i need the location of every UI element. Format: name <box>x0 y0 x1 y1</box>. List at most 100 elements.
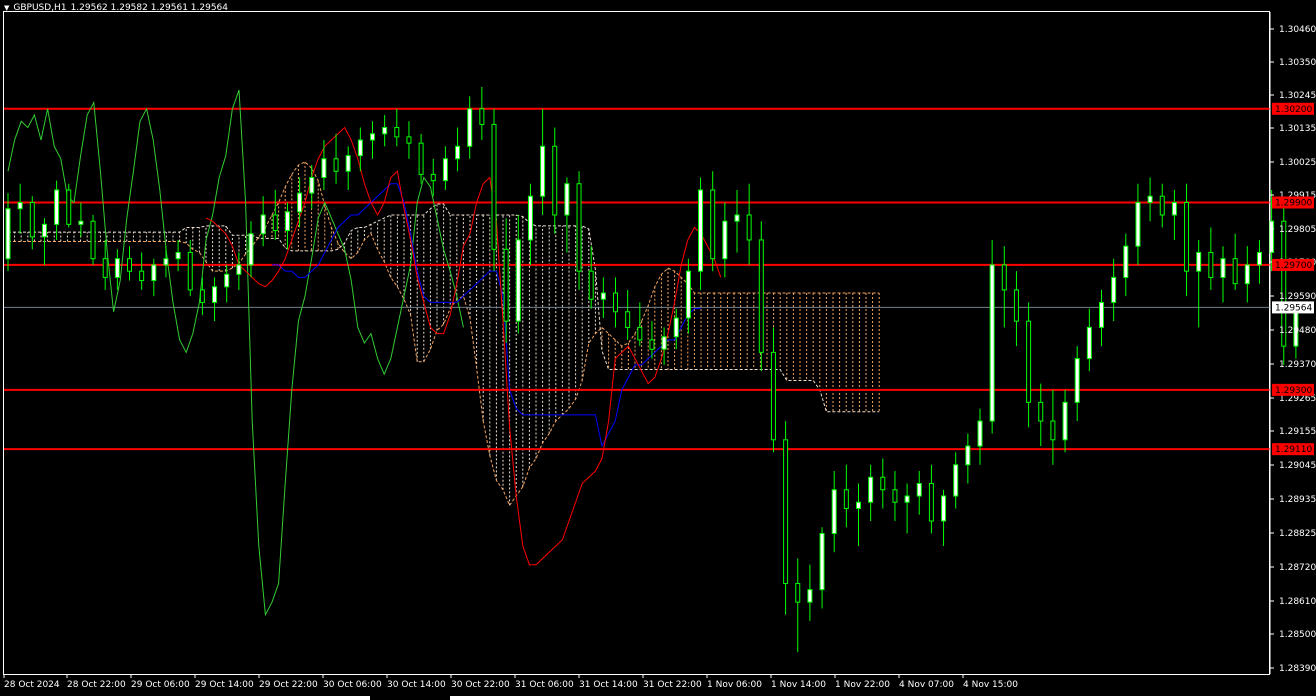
bear-candle-body <box>102 258 108 278</box>
candle <box>54 180 60 240</box>
candle <box>540 108 546 215</box>
bull-candle-body <box>856 501 861 510</box>
time-tick-label: 28 Oct 22:00 <box>67 680 126 690</box>
candle <box>479 86 485 141</box>
bull-candle-body <box>1135 201 1141 247</box>
bull-candle-body <box>831 489 837 534</box>
candle <box>588 246 594 309</box>
candle <box>1171 189 1177 240</box>
horizontal-levels[interactable] <box>4 107 1270 451</box>
bull-candle-body <box>698 189 704 272</box>
level-price-tag: 1.30200 <box>1272 102 1314 115</box>
price-tick-label: 1.30460 <box>1279 25 1316 35</box>
level-price-tag: 1.29110 <box>1272 443 1314 456</box>
candle <box>564 177 570 253</box>
candle <box>1232 233 1238 290</box>
candle <box>272 189 278 240</box>
level-price-tag-label: 1.29110 <box>1275 445 1312 455</box>
candle <box>916 471 922 515</box>
time-tick-label: 29 Oct 22:00 <box>259 680 318 690</box>
bear-candle-body <box>1184 201 1190 272</box>
bull-candle-body <box>467 108 473 147</box>
bull-candle-body <box>1062 401 1068 441</box>
time-tick-label: 1 Nov 14:00 <box>771 680 826 690</box>
candle <box>600 277 606 319</box>
candle <box>370 121 375 159</box>
bear-candle-body <box>783 439 789 584</box>
candle <box>1062 389 1068 453</box>
bull-candle-body <box>1123 245 1129 278</box>
price-tick-label: 1.29155 <box>1279 427 1316 437</box>
bull-candle-body <box>163 258 169 266</box>
kijun-sen-line <box>272 183 701 448</box>
bull-candle-body <box>1074 358 1080 403</box>
candle <box>284 202 290 250</box>
candle <box>515 214 521 334</box>
candle <box>1086 308 1092 372</box>
bull-candle-body <box>819 532 825 591</box>
time-tick-label: 31 Oct 14:00 <box>579 680 638 690</box>
bear-candle-body <box>503 248 509 322</box>
bull-candle-body <box>455 145 461 160</box>
candle <box>1026 302 1032 428</box>
time-tick-label: 30 Oct 14:00 <box>387 680 446 690</box>
price-tick-label: 1.28500 <box>1279 630 1316 640</box>
bull-candle-body <box>297 192 303 213</box>
candle <box>953 452 959 509</box>
bear-candle-body <box>710 189 716 260</box>
chikou-span-line <box>7 89 464 617</box>
bull-candle-body <box>78 220 84 225</box>
bear-candle-body <box>1026 320 1032 403</box>
price-tick-label: 1.28825 <box>1279 529 1316 539</box>
price-tick-label: 1.28935 <box>1279 495 1316 505</box>
time-tick-label: 30 Oct 06:00 <box>323 680 382 690</box>
bull-candle-body <box>224 273 230 288</box>
bull-candle-body <box>734 214 740 222</box>
bear-candle-body <box>1050 420 1056 441</box>
time-tick-label: 4 Nov 07:00 <box>899 680 954 690</box>
chart-tab-right[interactable] <box>450 696 1316 700</box>
bear-candle-body <box>479 108 485 125</box>
bull-candle-body <box>357 139 363 157</box>
bull-candle-body <box>989 264 995 422</box>
time-tick-label: 1 Nov 06:00 <box>707 680 762 690</box>
candle <box>455 127 461 172</box>
time-tick-label: 1 Nov 22:00 <box>835 680 890 690</box>
candle <box>442 146 448 190</box>
bear-candle-body <box>333 158 339 172</box>
bull-candle-body <box>1147 195 1153 203</box>
price-chart[interactable]: 1.30460 1.30350 1.30245 1.30135 1.30025 1.299… <box>0 0 1316 700</box>
bear-candle-body <box>29 201 35 238</box>
bull-candle-body <box>1086 326 1092 360</box>
bull-candle-body <box>236 264 242 275</box>
candle <box>795 558 801 653</box>
bear-candle-body <box>588 270 594 300</box>
bull-candle-body <box>916 483 922 497</box>
candle <box>1111 258 1117 322</box>
bull-candle-body <box>527 195 533 241</box>
bear-candle-body <box>576 183 582 272</box>
candle <box>114 249 120 290</box>
candle <box>941 489 947 546</box>
candle <box>1038 383 1044 447</box>
bull-candle-body <box>685 270 691 319</box>
bull-candle-body <box>941 495 947 522</box>
candle <box>1196 239 1202 328</box>
level-price-tag: 1.29700 <box>1272 258 1314 271</box>
bear-candle-body <box>1159 195 1165 216</box>
bear-candle-body <box>758 239 764 353</box>
price-tick-label: 1.30245 <box>1279 91 1316 101</box>
price-tick-label: 1.29590 <box>1279 292 1316 302</box>
bull-candle-body <box>345 155 351 172</box>
candle <box>175 239 181 272</box>
current-price-tag: 1.29564 <box>1272 301 1314 314</box>
bear-candle-body <box>552 145 558 216</box>
time-axis[interactable]: 28 Oct 2024 28 Oct 22:00 29 Oct 06:00 29 Oc… <box>3 674 1018 690</box>
chart-tab-left[interactable] <box>0 696 370 700</box>
plot-border <box>3 11 1270 675</box>
price-tick-label: 1.29480 <box>1279 326 1316 336</box>
candle <box>1208 227 1214 290</box>
time-tick-label: 31 Oct 22:00 <box>643 680 702 690</box>
candle <box>856 483 861 546</box>
bull-candle-body <box>54 189 60 225</box>
